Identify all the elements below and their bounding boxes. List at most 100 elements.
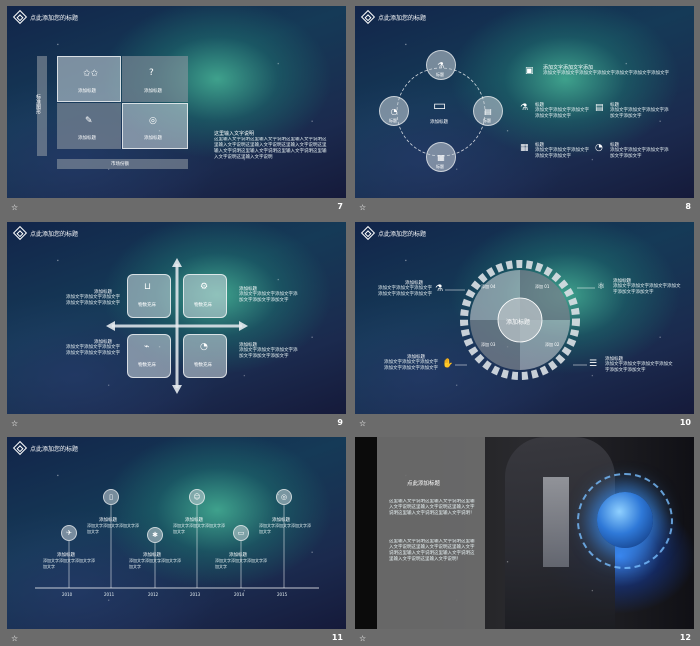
quad-cell xyxy=(122,103,188,149)
slide-title: 点此添加您的标题 xyxy=(30,445,79,453)
slide-title: 点此添加您的标题 xyxy=(30,14,79,22)
cycle-label: 标题 xyxy=(436,72,444,77)
quad-cell xyxy=(57,56,121,102)
year-label: 2010 xyxy=(62,592,73,597)
timeline-body: 添加文字添加文字添加文字添加文字 xyxy=(129,558,181,569)
tools-icon: ✎ xyxy=(85,116,93,126)
chart-icon: ⌁ xyxy=(144,342,150,352)
cart-icon: ⊔ xyxy=(144,282,152,292)
logo-icon xyxy=(12,440,28,456)
page-number: 8 xyxy=(685,202,691,211)
slide-canvas: 点此添加您的标题 ✈ ▯ ✱ ☺ ▭ ◎ 添加标题 添加文字添加文字添加文字添加… xyxy=(7,437,346,629)
timeline-body: 添加文字添加文字添加文字添加文字 xyxy=(87,523,139,534)
atom-icon: ⚛ xyxy=(597,282,606,292)
slide-thumb-11[interactable]: 点此添加您的标题 ✈ ▯ ✱ ☺ ▭ ◎ 添加标题 添加文字添加文字添加文字添加… xyxy=(5,435,351,646)
timeline-body: 添加文字添加文字添加文字添加文字 xyxy=(259,523,311,534)
cycle-label: 标题 xyxy=(436,164,444,169)
text-body: 添加文字添加文字添加文字添加文字添加文字添加文字 xyxy=(66,295,120,306)
logo-icon xyxy=(360,9,376,25)
slide-thumb-7[interactable]: 点此添加您的标题 标准图形 ✩✩ ? ✎ ◎ 添加标题 添加标题 添加标题 添加… xyxy=(5,4,351,218)
item-body: 添加文字添加文字添加文字添加文字添加文字 xyxy=(535,148,589,159)
flask-icon: ⚗ xyxy=(435,284,444,294)
slide-title: 点此添加您的标题 xyxy=(30,230,79,238)
slide-thumb-9[interactable]: 点此添加您的标题 ⊔ ⚙ ⌁ ◔ 物数充床 物数充床 物数充床 物数充床 添加标… xyxy=(5,220,351,434)
year-label: 2012 xyxy=(148,592,159,597)
tile-label: 物数充床 xyxy=(194,363,212,368)
shirt xyxy=(543,477,569,567)
text-body: 添加文字添加文字添加文字添加文字添加文字添加文字 xyxy=(384,360,438,371)
thumb-footer: ☆ 12 xyxy=(353,631,699,646)
tile-label: 物数充床 xyxy=(138,363,156,368)
text-body: 添加文字添加文字添加文字添加文字添加文字添加文字 xyxy=(239,292,298,303)
segment-label: 添加 03 xyxy=(481,342,496,347)
cycle-icon: ◔ xyxy=(595,143,603,153)
segment-label: 添加 01 xyxy=(535,284,550,289)
timeline-node: ☺ xyxy=(189,489,205,505)
star-icon: ☆ xyxy=(11,419,19,428)
top-body: 添加文字添加文字添加文字添加文字添加文字添加文字添加文字 xyxy=(543,71,669,76)
list-icon: ☰ xyxy=(589,359,598,369)
presentation-icon: ▣ xyxy=(525,66,534,76)
star-icon: ☆ xyxy=(359,634,367,643)
year-label: 2011 xyxy=(104,592,115,597)
slide-header: 点此添加您的标题 xyxy=(360,9,427,25)
quad-cell xyxy=(122,56,188,102)
panel-title: 点此添加标题 xyxy=(407,481,441,487)
thumb-footer: ☆ 9 xyxy=(5,416,351,432)
text-body: 添加文字添加文字添加文字添加文字添加文字添加文字 xyxy=(605,362,673,373)
piggy-icon: ◎ xyxy=(149,116,157,126)
quad-cell xyxy=(57,103,121,149)
panel-body: 这里输入文字说明这里输入文字说明这里输入文字说明这里输入文字说明这里输入文字说明… xyxy=(389,499,475,516)
side-label: 标准图形 xyxy=(35,94,41,114)
text-body: 添加文字添加文字添加文字添加文字添加文字添加文字 xyxy=(378,286,432,297)
logo-icon xyxy=(12,9,28,25)
slide-canvas: 点此添加您的标题 添加标题 添加 01 添加 02 添加 03 添加 04 ⚗ … xyxy=(355,222,694,414)
quad-label: 添加标题 xyxy=(144,89,162,94)
dark-strip xyxy=(355,437,377,629)
page-number: 7 xyxy=(337,202,343,211)
timeline-body: 添加文字添加文字添加文字添加文字 xyxy=(173,523,225,534)
page-number: 11 xyxy=(331,633,343,642)
document-icon: ▦ xyxy=(520,143,529,153)
quad-label: 添加标题 xyxy=(78,136,96,141)
pie-icon: ◔ xyxy=(200,342,208,352)
year-label: 2014 xyxy=(234,592,245,597)
thumb-footer: ☆ 11 xyxy=(5,631,351,646)
tile xyxy=(183,274,227,318)
page-number: 9 xyxy=(337,418,343,427)
slide-title: 点此添加您的标题 xyxy=(378,230,427,238)
slide-thumb-12[interactable]: 点此添加标题 这里输入文字说明这里输入文字说明这里输入文字说明这里输入文字说明这… xyxy=(353,435,699,646)
slide-header: 点此添加您的标题 xyxy=(12,225,79,241)
slide-thumb-8[interactable]: 点此添加您的标题 ⚗ ▤ ▦ ◔ 标题 标题 标题 标题 ▭ 添加标题 ▣ 添加… xyxy=(353,4,699,218)
page-number: 12 xyxy=(679,633,691,642)
glow-ring xyxy=(577,473,673,569)
text-panel xyxy=(377,437,485,629)
slide-header: 点此添加您的标题 xyxy=(12,9,79,25)
thumb-footer: ☆ 7 xyxy=(5,200,351,216)
year-label: 2015 xyxy=(277,592,288,597)
bottom-bar-label: 市场份额 xyxy=(111,162,129,167)
logo-icon xyxy=(360,225,376,241)
text-body: 添加文字添加文字添加文字添加文字添加文字添加文字 xyxy=(613,284,681,295)
star-icon: ☆ xyxy=(359,419,367,428)
stars-icon: ✩✩ xyxy=(83,69,99,79)
star-icon: ☆ xyxy=(359,203,367,212)
item-body: 添加文字添加文字添加文字添加文字添加文字 xyxy=(610,108,669,119)
cycle-label: 标题 xyxy=(389,118,397,123)
item-body: 添加文字添加文字添加文字添加文字添加文字 xyxy=(610,148,669,159)
top-title: 添加文字添加文字添加 xyxy=(543,65,594,71)
star-icon: ☆ xyxy=(11,634,19,643)
slide-canvas: 点此添加您的标题 ⊔ ⚙ ⌁ ◔ 物数充床 物数充床 物数充床 物数充床 添加标… xyxy=(7,222,346,414)
hand-icon: ✋ xyxy=(442,359,454,369)
question-icon: ? xyxy=(149,68,154,78)
slide-title: 点此添加您的标题 xyxy=(378,14,427,22)
year-label: 2013 xyxy=(190,592,201,597)
slide-canvas: 点此添加您的标题 标准图形 ✩✩ ? ✎ ◎ 添加标题 添加标题 添加标题 添加… xyxy=(7,6,346,198)
tile-label: 物数充床 xyxy=(138,303,156,308)
quad-label: 添加标题 xyxy=(78,89,96,94)
slide-header: 点此添加您的标题 xyxy=(12,440,79,456)
clipboard-icon: ▤ xyxy=(595,103,604,113)
tile xyxy=(127,274,171,318)
slide-header: 点此添加您的标题 xyxy=(360,225,427,241)
slide-thumb-10[interactable]: 点此添加您的标题 添加标题 添加 01 添加 02 添加 03 添加 04 ⚗ … xyxy=(353,220,699,434)
